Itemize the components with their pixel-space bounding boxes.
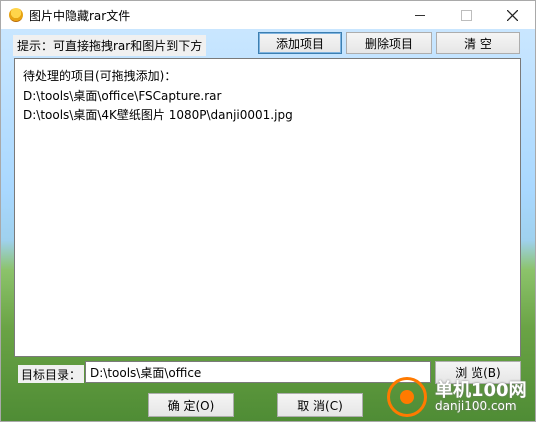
minimize-icon: [415, 14, 425, 16]
items-listbox[interactable]: 待处理的项目(可拖拽添加)： D:\tools\桌面\office\FSCapt…: [14, 58, 521, 357]
ok-button[interactable]: 确 定(O): [148, 393, 234, 417]
delete-item-button[interactable]: 删除项目: [346, 32, 432, 54]
app-icon: [9, 8, 23, 22]
add-item-button[interactable]: 添加项目: [258, 32, 342, 54]
watermark-logo-icon: [387, 377, 427, 417]
minimize-button[interactable]: [397, 1, 443, 29]
cancel-button[interactable]: 取 消(C): [277, 393, 363, 417]
watermark-text: 单机100网 danji100.com: [435, 379, 527, 414]
list-item[interactable]: D:\tools\桌面\office\FSCapture.rar: [23, 87, 221, 104]
watermark-url: danji100.com: [435, 399, 517, 414]
window-title: 图片中隐藏rar文件: [29, 8, 131, 23]
watermark-brand: 单机100网: [435, 379, 527, 401]
title-bar[interactable]: 图片中隐藏rar文件: [1, 1, 535, 29]
app-window: 图片中隐藏rar文件 提示：可直接拖拽rar和图片到下方 添加项目 删除项目 清…: [0, 0, 536, 422]
list-header: 待处理的项目(可拖拽添加)：: [23, 69, 177, 83]
watermark-logo: 单机100网 danji100.com: [387, 375, 535, 419]
hint-text: 提示：可直接拖拽rar和图片到下方: [13, 35, 207, 56]
clear-button[interactable]: 清 空: [436, 32, 520, 54]
close-icon: [506, 9, 518, 21]
maximize-icon: [460, 9, 472, 21]
target-directory-input[interactable]: D:\tools\桌面\office: [85, 361, 431, 383]
list-item[interactable]: D:\tools\桌面\4K壁纸图片 1080P\danji0001.jpg: [23, 106, 293, 123]
maximize-button[interactable]: [443, 1, 489, 29]
target-directory-label: 目标目录：: [18, 365, 85, 383]
close-button[interactable]: [489, 1, 535, 29]
